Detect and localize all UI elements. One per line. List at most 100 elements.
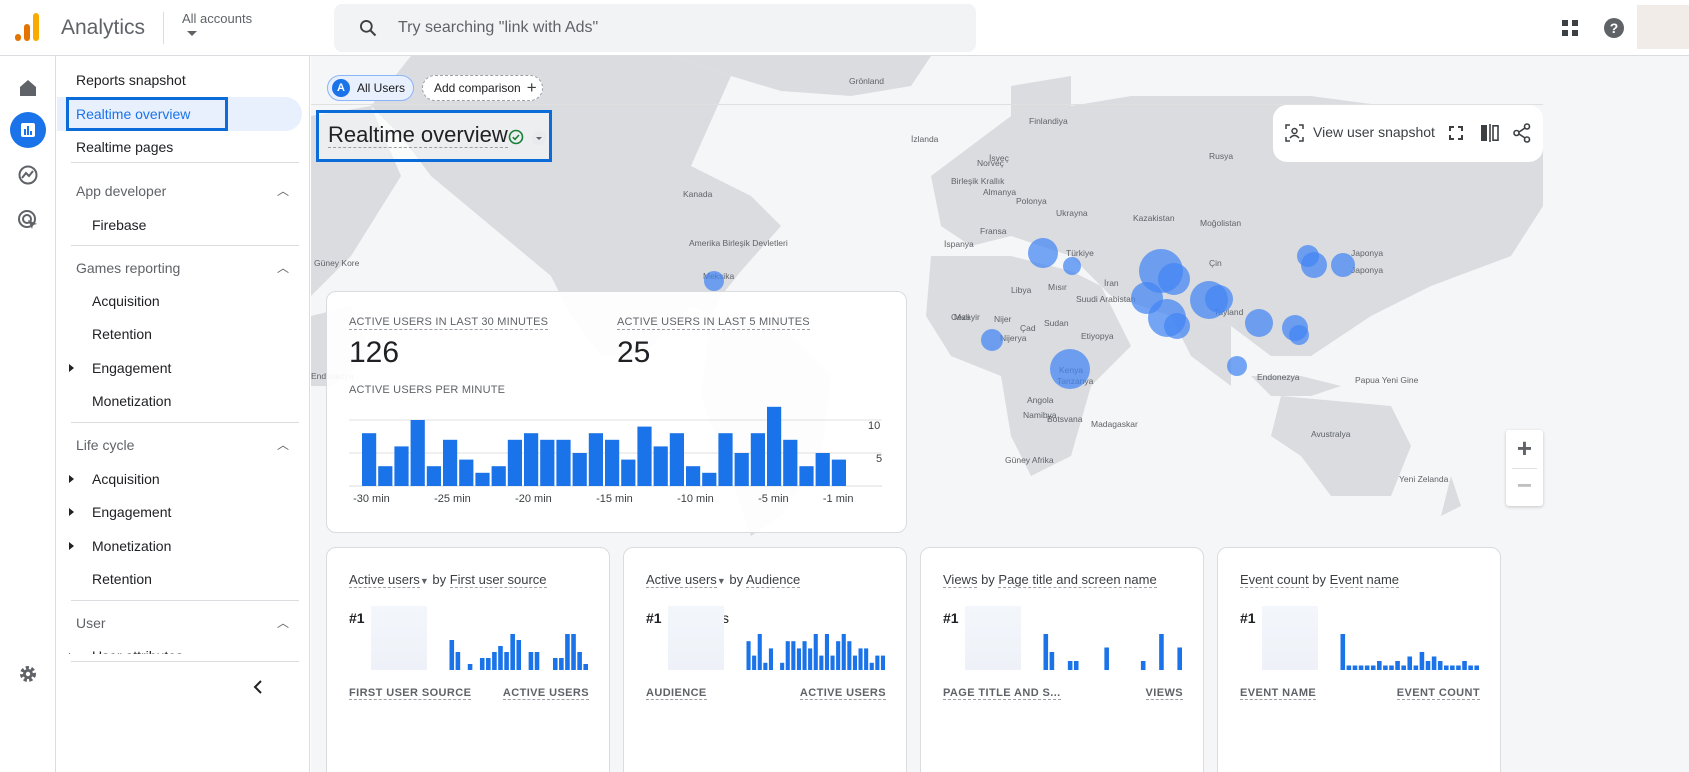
card-title[interactable]: Event count by Event name <box>1240 572 1399 588</box>
nav-games-retention[interactable]: Retention <box>92 326 152 342</box>
share-icon[interactable] <box>1513 123 1531 143</box>
view-user-snapshot-button[interactable]: View user snapshot <box>1313 124 1435 140</box>
caret-down-icon[interactable]: ▼ <box>420 576 429 586</box>
bar-minute-8[interactable] <box>718 433 733 486</box>
user-location-bubble[interactable] <box>1205 285 1233 313</box>
card-metric[interactable]: Event count <box>1240 572 1309 588</box>
user-location-bubble[interactable] <box>981 329 1003 351</box>
account-selector[interactable]: All accounts <box>182 11 252 26</box>
chevron-up-icon[interactable]: ︿ <box>277 259 289 276</box>
bar-minute-9[interactable] <box>702 472 717 486</box>
card-dimension[interactable]: Event name <box>1329 572 1399 588</box>
bar-minute-25[interactable] <box>443 439 458 486</box>
settings-gear-icon[interactable] <box>14 660 42 688</box>
reports-icon[interactable] <box>10 112 46 148</box>
nav-realtime-pages[interactable]: Realtime pages <box>76 139 173 155</box>
bar-minute-27[interactable] <box>410 420 425 486</box>
nav-lifecycle-monetization[interactable]: Monetization <box>92 538 171 554</box>
bar-minute-26[interactable] <box>426 466 441 486</box>
home-icon[interactable] <box>14 74 42 102</box>
bar-minute-28[interactable] <box>394 446 409 486</box>
user-location-bubble[interactable] <box>1227 356 1247 376</box>
column-header[interactable]: EVENT COUNT <box>1396 687 1480 700</box>
expand-triangle-icon[interactable] <box>69 508 74 516</box>
zoom-out-button[interactable]: − <box>1506 468 1543 506</box>
bar-minute-14[interactable] <box>621 459 636 486</box>
card-metric[interactable]: Active users <box>349 572 420 588</box>
nav-section-app-developer[interactable]: App developer <box>76 183 166 199</box>
segment-chip-all-users[interactable]: A All Users <box>327 75 414 101</box>
bar-minute-11[interactable] <box>669 433 684 486</box>
advertising-icon[interactable] <box>14 206 42 234</box>
column-header[interactable]: AUDIENCE <box>646 687 707 700</box>
bar-minute-23[interactable] <box>475 472 490 486</box>
user-location-bubble[interactable] <box>1331 253 1355 277</box>
bar-minute-7[interactable] <box>734 453 749 486</box>
nav-section-life-cycle[interactable]: Life cycle <box>76 437 134 453</box>
card-title[interactable]: Active users▼ by Audience <box>646 572 801 588</box>
nav-games-monetization[interactable]: Monetization <box>92 393 171 409</box>
zoom-in-button[interactable]: + <box>1506 430 1543 468</box>
active-users-per-minute-chart[interactable] <box>327 292 908 522</box>
compare-layout-icon[interactable] <box>1480 124 1500 142</box>
nav-games-acquisition[interactable]: Acquisition <box>92 293 160 309</box>
search-bar[interactable]: Try searching "link with Ads" <box>334 4 976 52</box>
expand-triangle-icon[interactable] <box>69 542 74 550</box>
expand-triangle-icon[interactable] <box>69 364 74 372</box>
help-icon[interactable]: ? <box>1603 17 1625 39</box>
chevron-up-icon[interactable]: ︿ <box>277 436 289 453</box>
column-header[interactable]: FIRST USER SOURCE <box>349 687 472 700</box>
caret-down-icon[interactable] <box>187 31 197 36</box>
bar-minute-5[interactable] <box>767 406 782 486</box>
nav-firebase[interactable]: Firebase <box>92 217 146 233</box>
apps-grid-icon[interactable] <box>1561 19 1579 37</box>
bar-minute-20[interactable] <box>524 433 539 486</box>
user-location-bubble[interactable] <box>704 271 724 291</box>
expand-triangle-icon[interactable] <box>69 475 74 483</box>
nav-section-user[interactable]: User <box>76 615 106 631</box>
bar-minute-3[interactable] <box>799 466 814 486</box>
chevron-up-icon[interactable]: ︿ <box>277 614 289 631</box>
user-location-bubble[interactable] <box>1289 325 1309 345</box>
bar-minute-21[interactable] <box>507 439 522 486</box>
bar-minute-18[interactable] <box>556 439 571 486</box>
card-title[interactable]: Views by Page title and screen name <box>943 572 1157 588</box>
column-header[interactable]: ACTIVE USERS <box>799 687 886 700</box>
add-comparison-button[interactable]: Add comparison + <box>422 75 543 101</box>
nav-lifecycle-acquisition[interactable]: Acquisition <box>92 471 160 487</box>
nav-reports-snapshot[interactable]: Reports snapshot <box>76 72 186 88</box>
bar-minute-10[interactable] <box>686 466 701 486</box>
column-header[interactable]: ACTIVE USERS <box>502 687 589 700</box>
user-location-bubble[interactable] <box>1028 238 1058 268</box>
bar-minute-19[interactable] <box>540 439 555 486</box>
card-dimension[interactable]: First user source <box>449 572 547 588</box>
user-location-bubble[interactable] <box>1063 257 1081 275</box>
bar-minute-22[interactable] <box>491 466 506 486</box>
bar-minute-17[interactable] <box>572 453 587 486</box>
column-header[interactable]: PAGE TITLE AND S... <box>943 687 1061 700</box>
bar-minute-6[interactable] <box>750 433 765 486</box>
bar-minute-15[interactable] <box>605 439 620 486</box>
bar-minute-1[interactable] <box>831 459 846 486</box>
analytics-logo[interactable] <box>15 13 41 41</box>
bar-minute-29[interactable] <box>378 466 393 486</box>
user-location-bubble[interactable] <box>1050 349 1090 389</box>
user-location-bubble[interactable] <box>1158 263 1190 295</box>
bar-minute-2[interactable] <box>815 453 830 486</box>
nav-lifecycle-retention[interactable]: Retention <box>92 571 152 587</box>
card-metric[interactable]: Views <box>943 572 978 588</box>
user-location-bubble[interactable] <box>1301 252 1327 278</box>
nav-section-games-reporting[interactable]: Games reporting <box>76 260 180 276</box>
explore-icon[interactable] <box>14 161 42 189</box>
bar-minute-12[interactable] <box>653 446 668 486</box>
bar-minute-4[interactable] <box>783 439 798 486</box>
user-location-bubble[interactable] <box>1164 313 1190 339</box>
bar-minute-13[interactable] <box>637 426 652 486</box>
nav-lifecycle-engagement[interactable]: Engagement <box>92 504 171 520</box>
card-dimension[interactable]: Page title and screen name <box>998 572 1157 588</box>
bar-minute-30[interactable] <box>362 433 377 486</box>
collapse-chevron-left-icon[interactable] <box>252 680 264 694</box>
caret-down-icon[interactable]: ▼ <box>717 576 726 586</box>
fullscreen-icon[interactable] <box>1449 126 1463 140</box>
column-header[interactable]: EVENT NAME <box>1240 687 1317 700</box>
